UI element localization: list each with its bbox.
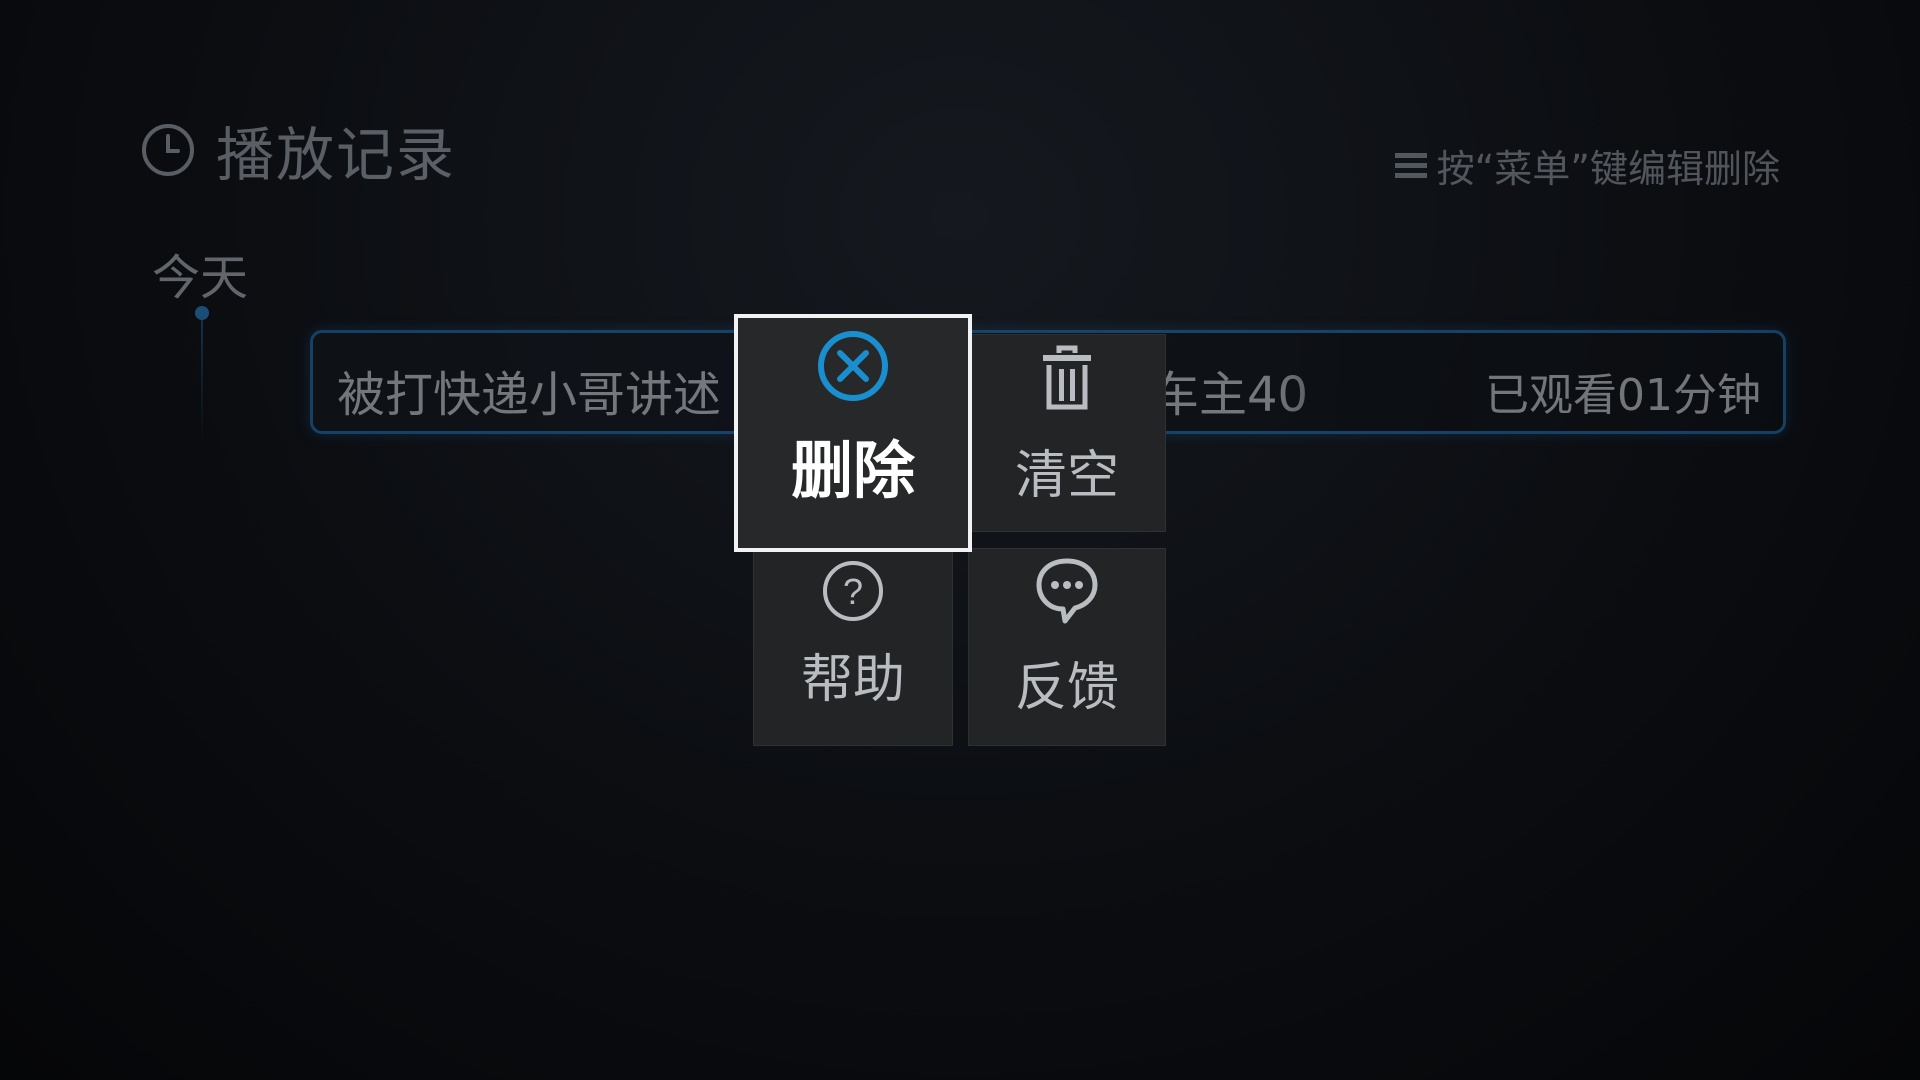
menu-item-feedback[interactable]: 反馈 [968, 548, 1166, 746]
menu-hint: 按“菜单”键编辑删除 [1394, 138, 1780, 193]
menu-item-delete[interactable]: 删除 [734, 314, 972, 552]
chat-bubble-icon [1036, 558, 1098, 624]
timeline-line [201, 320, 203, 440]
trash-icon [1043, 345, 1091, 410]
menu-item-delete-label: 删除 [790, 434, 915, 507]
history-item-title-head: 被打快递小哥讲述 [337, 367, 722, 423]
close-circle-icon [818, 331, 888, 401]
page-header: 播放记录 [140, 108, 456, 192]
history-item-progress: 已观看01分钟 [1485, 370, 1761, 421]
svg-text:?: ? [843, 571, 863, 612]
menu-item-feedback-label: 反馈 [1014, 658, 1119, 718]
menu-icon [1394, 152, 1427, 178]
section-label-today: 今天 [152, 250, 249, 306]
timeline-dot [195, 306, 209, 320]
menu-item-help[interactable]: ? 帮助 [753, 548, 953, 746]
play-history-screen: 播放记录 按“菜单”键编辑删除 今天 被打快递小哥讲述车主40 已观看01分钟 [0, 0, 1920, 1080]
menu-hint-text: 按“菜单”键编辑删除 [1436, 147, 1780, 191]
clock-icon [142, 124, 194, 176]
title-fade [1273, 333, 1473, 431]
menu-item-clear[interactable]: 清空 [968, 334, 1166, 532]
menu-item-help-label: 帮助 [800, 650, 905, 710]
page-title: 播放记录 [216, 121, 457, 189]
help-circle-icon: ? [823, 561, 883, 621]
menu-item-clear-label: 清空 [1014, 446, 1119, 506]
